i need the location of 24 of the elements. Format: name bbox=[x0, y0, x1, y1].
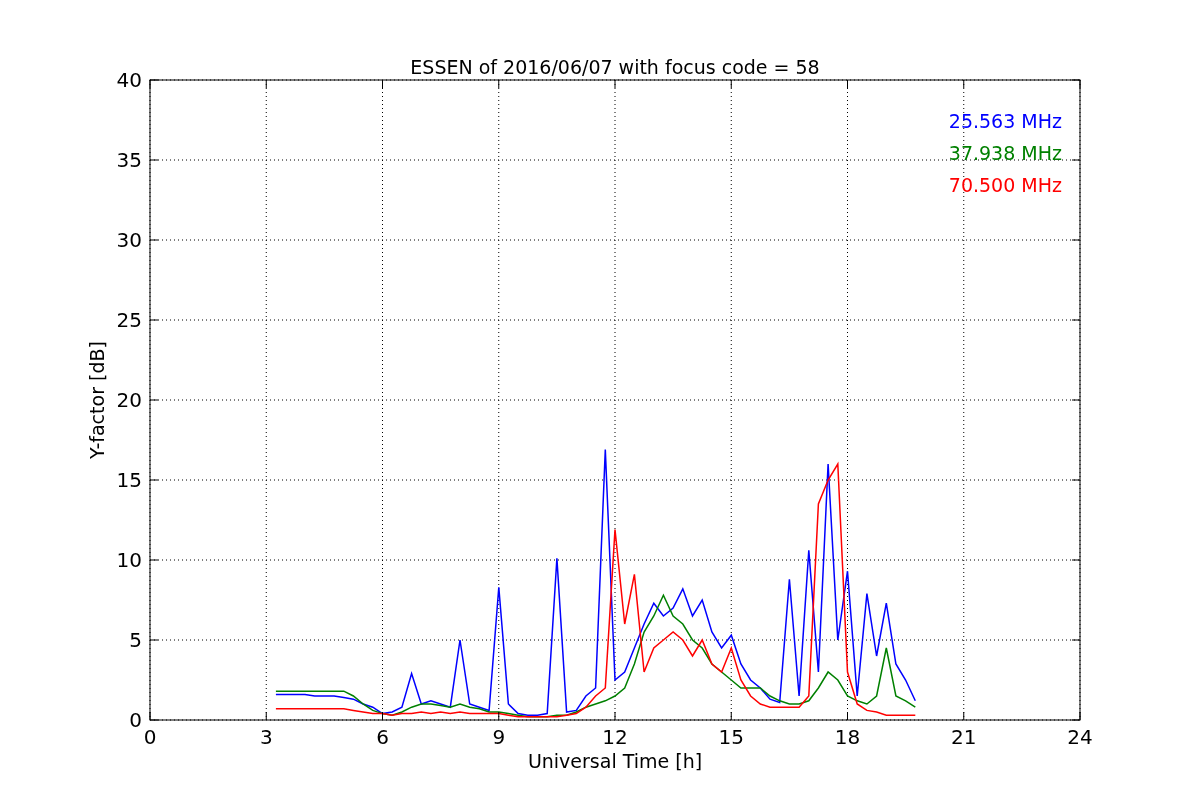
legend-label: 70.500 MHz bbox=[948, 174, 1062, 196]
tick-label: 15 bbox=[116, 468, 142, 492]
chart-title: ESSEN of 2016/06/07 with focus code = 58 bbox=[410, 56, 820, 78]
tick-label: 24 bbox=[1067, 725, 1093, 749]
legend-label: 37.938 MHz bbox=[948, 142, 1062, 164]
tick-label: 40 bbox=[116, 68, 142, 92]
tick-label: 0 bbox=[143, 725, 157, 749]
tick-label: 10 bbox=[116, 548, 142, 572]
tick-label: 0 bbox=[129, 708, 142, 732]
tick-label: 25 bbox=[116, 308, 142, 332]
tick-label: 18 bbox=[834, 725, 861, 749]
tick-label: 6 bbox=[376, 725, 389, 749]
tick-label: 35 bbox=[116, 148, 142, 172]
tick-label: 5 bbox=[129, 628, 142, 652]
tick-label: 21 bbox=[951, 725, 977, 749]
tick-label: 15 bbox=[718, 725, 744, 749]
tick-label: 3 bbox=[259, 725, 273, 749]
legend-label: 25.563 MHz bbox=[948, 110, 1062, 132]
tick-label: 9 bbox=[492, 725, 506, 749]
tick-label: 12 bbox=[602, 725, 628, 749]
x-axis-label: Universal Time [h] bbox=[527, 750, 703, 772]
y-axis-label: Y-factor [dB] bbox=[86, 341, 108, 459]
tick-label: 20 bbox=[116, 388, 142, 412]
tick-label: 30 bbox=[116, 228, 142, 252]
